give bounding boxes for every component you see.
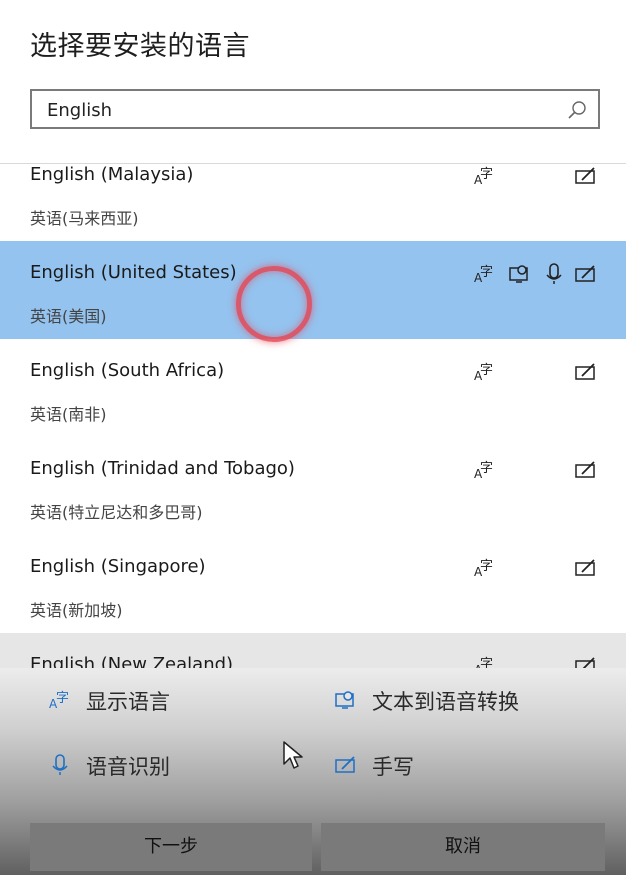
display-language-icon: A字: [474, 265, 493, 285]
language-native-name: 英语(新加坡): [30, 601, 123, 620]
language-name: English (United States): [30, 262, 237, 283]
search-icon[interactable]: [566, 99, 588, 121]
language-row-en-sg[interactable]: English (Singapore) 英语(新加坡) A字: [0, 535, 626, 633]
legend-label: 显示语言: [86, 690, 170, 714]
search-input[interactable]: English: [30, 89, 600, 129]
footer-panel: A字 显示语言 文本到语音转换 语音识别 手写 下一步 取消: [0, 668, 626, 875]
cancel-button[interactable]: 取消: [321, 823, 605, 871]
handwriting-icon: [575, 265, 595, 282]
display-language-icon: A字: [474, 363, 493, 383]
language-row-en-za[interactable]: English (South Africa) 英语(南非) A字: [0, 339, 626, 437]
mouse-pointer-icon: [283, 741, 303, 769]
search-input-value: English: [47, 100, 112, 121]
language-native-name: 英语(美国): [30, 307, 107, 326]
svg-text:字: 字: [480, 461, 493, 476]
language-row-en-nz[interactable]: English (New Zealand) A字: [0, 633, 626, 669]
click-highlight-ring: [236, 266, 312, 342]
svg-text:字: 字: [56, 691, 69, 706]
handwriting-icon: [575, 167, 595, 184]
speech-recognition-icon: [546, 263, 562, 284]
display-language-icon: A字: [474, 167, 493, 187]
language-name: English (South Africa): [30, 360, 225, 381]
language-row-en-my[interactable]: English (Malaysia) 英语(马来西亚) A字: [0, 164, 626, 241]
language-name: English (Trinidad and Tobago): [30, 458, 295, 479]
handwriting-icon: [575, 363, 595, 380]
language-row-en-us[interactable]: English (United States) 英语(美国) A字: [0, 241, 626, 339]
svg-text:字: 字: [480, 265, 493, 280]
speech-recognition-icon: [52, 754, 68, 775]
language-native-name: 英语(特立尼达和多巴哥): [30, 503, 203, 522]
language-name: English (Malaysia): [30, 164, 194, 185]
display-language-icon: A字: [474, 559, 493, 579]
page-title: 选择要安装的语言: [30, 31, 250, 62]
handwriting-icon: [575, 657, 595, 669]
legend-label: 语音识别: [86, 755, 170, 779]
svg-text:字: 字: [480, 167, 493, 182]
display-language-icon: A字: [474, 461, 493, 481]
next-button[interactable]: 下一步: [30, 823, 312, 871]
language-row-en-tt[interactable]: English (Trinidad and Tobago) 英语(特立尼达和多巴…: [0, 437, 626, 535]
svg-text:字: 字: [480, 559, 493, 574]
language-native-name: 英语(南非): [30, 405, 107, 424]
handwriting-icon: [575, 559, 595, 576]
display-language-icon: A字: [474, 657, 493, 669]
handwriting-icon: [575, 461, 595, 478]
svg-text:字: 字: [480, 363, 493, 378]
language-native-name: 英语(马来西亚): [30, 209, 139, 228]
language-name: English (New Zealand): [30, 654, 234, 669]
display-language-icon: A字: [49, 691, 69, 711]
language-list[interactable]: English (Malaysia) 英语(马来西亚) A字 English (…: [0, 163, 626, 669]
legend-label: 文本到语音转换: [372, 690, 519, 714]
legend-label: 手写: [372, 755, 414, 779]
language-name: English (Singapore): [30, 556, 206, 577]
text-to-speech-icon: [335, 691, 354, 709]
text-to-speech-icon: [509, 265, 528, 283]
handwriting-icon: [335, 756, 355, 773]
